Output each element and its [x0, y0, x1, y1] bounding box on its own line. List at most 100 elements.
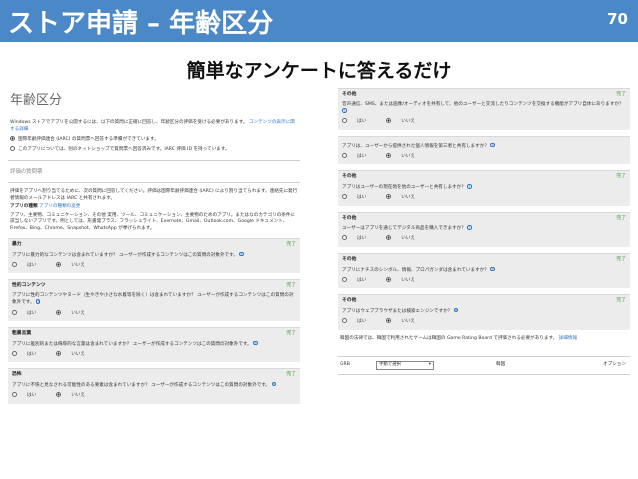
answer-no[interactable]: いいえ — [386, 118, 425, 124]
divider — [8, 159, 300, 161]
help-icon[interactable]: ? — [239, 251, 244, 256]
question-text: アプリに不快と見なされる可能性のある要素は含まれていますか？ ユーザーが作成する… — [12, 381, 276, 388]
radio-unselected[interactable] — [342, 318, 347, 324]
left-question-list: 暴力 完了 アプリに暴力的なコンテンツは含まれていますか？ ユーザーが作成するコンテ… — [8, 237, 300, 404]
question-category: 粗暴言葉 — [12, 330, 32, 336]
answer-yes[interactable]: はい — [342, 118, 376, 124]
answer-no[interactable]: いいえ — [56, 392, 95, 398]
help-icon[interactable]: ? — [342, 108, 347, 113]
answer-options: はい いいえ — [12, 261, 296, 269]
answer-no[interactable]: いいえ — [386, 276, 425, 283]
answer-yes[interactable]: はい — [12, 309, 46, 316]
radio-unselected[interactable] — [342, 276, 347, 282]
radio-unselected[interactable] — [10, 146, 15, 152]
help-icon[interactable]: ? — [490, 266, 495, 271]
answer-yes[interactable]: はい — [342, 318, 376, 324]
radio-other[interactable]: このアプリについては、別のネットショップで質問票へ回答済みです。IARC 評価 … — [10, 146, 300, 153]
radio-unselected[interactable] — [342, 118, 347, 124]
help-icon[interactable]: ? — [467, 225, 472, 230]
answer-yes[interactable]: はい — [342, 235, 376, 241]
option-column-label: オプション — [603, 362, 626, 368]
question-card: その他 完了 アプリにナチスのシンボル、情報、プロパガンダは含まれていますか？ ? は… — [338, 252, 630, 289]
radio-selected[interactable] — [386, 152, 392, 158]
radio-selected[interactable] — [386, 318, 392, 324]
radio-selected[interactable] — [386, 118, 392, 124]
answer-yes[interactable]: はい — [12, 261, 46, 268]
help-icon[interactable]: ? — [453, 307, 459, 313]
question-status: 完了 — [286, 330, 296, 336]
help-icon[interactable]: ? — [467, 184, 472, 189]
radio-selected[interactable] — [386, 194, 392, 200]
question-category: その他 — [342, 174, 357, 180]
question-category: その他 — [342, 92, 357, 97]
radio-unselected[interactable] — [342, 194, 347, 200]
answer-yes[interactable]: はい — [12, 392, 46, 398]
question-category: 性的コンテンツ — [12, 283, 46, 289]
answer-options: はい いいえ — [342, 118, 626, 125]
radio-unselected[interactable] — [342, 235, 347, 241]
age-rating-panel-right: その他 完了 音声通信、SMS、または画像/オーディオを共有して、他のユーザーと交流… — [338, 88, 630, 413]
help-icon[interactable]: ? — [490, 142, 495, 148]
answer-no[interactable]: いいえ — [56, 350, 95, 357]
radio-unselected[interactable] — [12, 350, 17, 356]
app-type-desc: アプリ、主要物、コミュニケーション、その他 実用、ツール、コミュニケーション、主… — [10, 212, 296, 231]
answer-no[interactable]: いいえ — [386, 235, 425, 241]
answer-no[interactable]: いいえ — [386, 318, 425, 324]
question-status: 完了 — [616, 215, 626, 221]
radio-selected[interactable] — [386, 276, 392, 282]
question-card: 粗暴言葉 完了 アプリに差別的または侮辱的な言葉は含まれていますか？ ユーザーが作成… — [8, 326, 300, 363]
radio-selected[interactable] — [56, 350, 62, 356]
help-icon[interactable]: ? — [253, 340, 258, 345]
answer-yes[interactable]: はい — [342, 152, 376, 159]
grb-select[interactable]: 手動で選択 ▾ — [376, 360, 434, 370]
answer-options: はい いいえ — [12, 350, 296, 358]
answer-no[interactable]: いいえ — [386, 152, 425, 159]
question-status: 完了 — [286, 241, 296, 247]
question-text: アプリに暴力的なコンテンツは含まれていますか？ ユーザーが作成するコンテンツはこ… — [12, 251, 244, 258]
question-category: その他 — [342, 298, 357, 304]
app-type-row: アプリの種類 アプリの種類の変更 — [10, 204, 81, 210]
radio-selected[interactable] — [10, 136, 15, 142]
answer-yes[interactable]: はい — [342, 276, 376, 283]
question-status: 完了 — [286, 372, 296, 378]
app-type-link[interactable]: アプリの種類の変更 — [39, 204, 80, 209]
radio-selected[interactable] — [56, 309, 62, 315]
question-text: アプリはユーザーの現在地を他のユーザーと共有しますか？ ? — [342, 184, 472, 190]
radio-unselected[interactable] — [12, 309, 17, 315]
radio-unselected[interactable] — [12, 392, 17, 398]
answer-no[interactable]: いいえ — [56, 309, 95, 316]
radio-selected[interactable] — [56, 392, 62, 398]
answer-options: はい いいえ — [12, 309, 296, 317]
question-status: 完了 — [616, 174, 626, 180]
radio-selected[interactable] — [56, 261, 62, 267]
question-text: アプリにナチスのシンボル、情報、プロパガンダは含まれていますか？ ? — [342, 266, 495, 273]
answer-options: はい いいえ — [12, 392, 296, 399]
korea-link[interactable]: 詳細情報 — [559, 336, 577, 341]
answer-no[interactable]: いいえ — [386, 194, 425, 200]
radio-unselected[interactable] — [12, 261, 17, 267]
right-question-list: その他 完了 音声通信、SMS、または画像/オーディオを共有して、他のユーザーと交流… — [338, 88, 630, 330]
answer-yes[interactable]: はい — [342, 194, 376, 200]
answer-options: はい いいえ — [342, 194, 626, 201]
question-status: 完了 — [616, 298, 626, 304]
help-icon[interactable]: ? — [35, 299, 41, 304]
question-card: 恐怖 完了アプリに不快と見なされる可能性のある要素は含まれていますか？ ユーザーが… — [8, 368, 300, 404]
korea-text: 韓国の法律では、韓国で利用されたゲームは韓国の Game Rating Boar… — [340, 335, 578, 341]
radio-unselected[interactable] — [342, 152, 347, 158]
slide-number: 70 — [607, 10, 628, 28]
question-card: その他 完了 アプリはウェブブラウザまたは検索エンジンですか？ ? はい いいえ — [338, 294, 630, 330]
question-category: 恐怖 — [12, 372, 22, 378]
age-rating-panel: 年齢区分 Windows ストアでアプリを公開するには、以下の質問に正確に回答し… — [8, 88, 300, 473]
answer-no[interactable]: いいえ — [56, 261, 95, 268]
slide-title: ストア申請 – 年齢区分 — [8, 9, 274, 39]
radio-iarc[interactable]: 国際年齢評価連合 (IARC) の質問票へ回答する準備ができています。 — [10, 136, 300, 143]
eval-text: 評価をアプリへ割り当てるために、次の質問に回答してください。評価は国際年齢評価連… — [10, 189, 298, 201]
grb-label: GRB — [340, 362, 350, 368]
question-card: アプリは、ユーザーから提供された個人情報を第三者と共有しますか？ ? はい いいえ — [338, 135, 630, 165]
question-text: ユーザーはアプリを通じてデジタル商品を購入できますか？ ? — [342, 225, 472, 232]
radio-selected[interactable] — [386, 235, 392, 241]
help-icon[interactable]: ? — [271, 381, 276, 387]
answer-options: はい いいえ — [342, 235, 626, 242]
answer-yes[interactable]: はい — [12, 350, 46, 357]
question-text: アプリは、ユーザーから提供された個人情報を第三者と共有しますか？ ? — [342, 142, 495, 149]
